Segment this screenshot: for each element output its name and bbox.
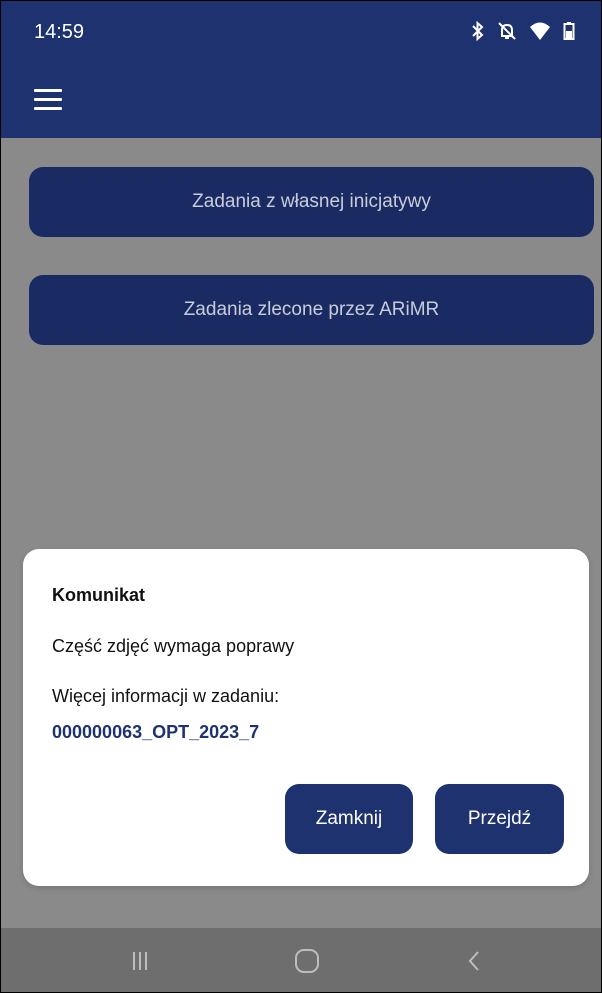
- close-button[interactable]: Zamknij: [285, 784, 413, 854]
- home-icon[interactable]: [247, 928, 367, 992]
- arimr-ordered-tasks-label: Zadania zlecone przez ARiMR: [183, 299, 440, 320]
- close-button-label: Zamknij: [315, 808, 383, 829]
- recent-apps-icon[interactable]: [80, 928, 200, 992]
- dialog-title: Komunikat: [52, 585, 146, 605]
- own-initiative-tasks-button[interactable]: Zadania z własnej inicjatywy: [29, 167, 594, 237]
- dialog-message: Część zdjęć wymaga poprawy: [52, 636, 295, 656]
- back-icon[interactable]: [414, 928, 534, 992]
- own-initiative-tasks-label: Zadania z własnej inicjatywy: [192, 191, 431, 212]
- dialog-info-label: Więcej informacji w zadaniu:: [52, 686, 280, 706]
- bluetooth-icon: [471, 20, 485, 47]
- task-link[interactable]: 000000063_OPT_2023_7: [52, 722, 259, 743]
- app-bar: [1, 71, 601, 138]
- message-dialog: Komunikat Część zdjęć wymaga poprawy Wię…: [23, 549, 589, 886]
- arimr-ordered-tasks-button[interactable]: Zadania zlecone przez ARiMR: [29, 275, 594, 345]
- go-to-task-button[interactable]: Przejdź: [435, 784, 564, 854]
- hamburger-menu-icon[interactable]: [34, 87, 62, 113]
- muted-bell-icon: [497, 21, 517, 47]
- status-time: 14:59: [34, 21, 85, 43]
- system-nav-bar: [1, 928, 601, 992]
- go-to-task-label: Przejdź: [467, 808, 532, 829]
- phone-screen: 14:59 Zadania z własnej inicjatywy Zadan…: [0, 0, 602, 993]
- status-icons: [471, 20, 575, 47]
- battery-icon: [563, 21, 575, 47]
- wifi-icon: [529, 21, 551, 47]
- status-bar: 14:59: [1, 1, 601, 71]
